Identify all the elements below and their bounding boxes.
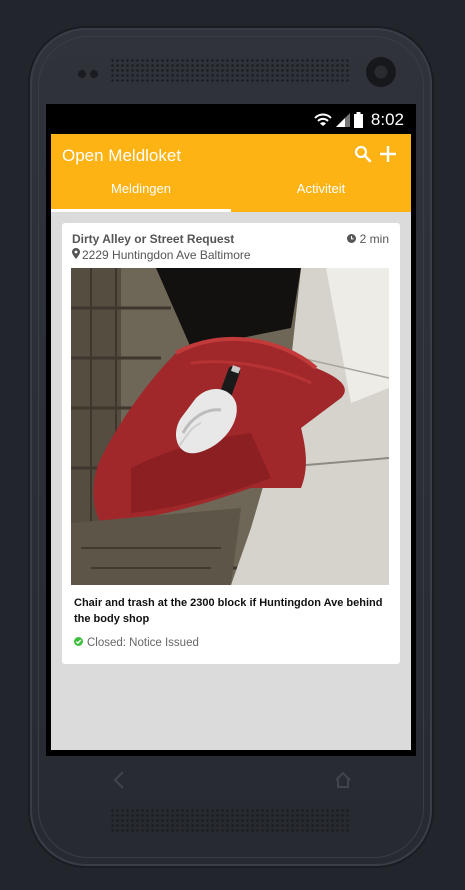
report-time-label: 2 min (359, 232, 389, 246)
status-time: 8:02 (370, 110, 404, 129)
report-address-label: 2229 Huntingdon Ave Baltimore (82, 248, 251, 262)
wifi-icon (314, 113, 332, 127)
bottom-speaker (110, 808, 350, 834)
home-icon[interactable] (333, 770, 353, 796)
sensor-dot (78, 70, 86, 78)
report-status: Closed: Notice Issued (74, 637, 199, 649)
back-icon[interactable] (112, 770, 126, 796)
tab-activiteit[interactable]: Activiteit (231, 178, 411, 212)
tab-activiteit-label: Activiteit (296, 181, 346, 196)
front-camera (366, 57, 396, 87)
tab-meldingen[interactable]: Meldingen (51, 178, 231, 212)
tab-meldingen-label: Meldingen (111, 181, 171, 196)
clock-icon (346, 232, 356, 246)
app-title: Open Meldloket (62, 146, 182, 165)
report-card[interactable]: Dirty Alley or Street Request 2 min 2229… (62, 223, 400, 664)
app-window: Open Meldloket Meldingen Activiteit Dirt… (51, 134, 411, 750)
location-pin-icon (72, 248, 80, 262)
search-icon[interactable] (354, 145, 372, 168)
earpiece-speaker (110, 58, 350, 84)
check-icon (74, 637, 83, 649)
add-icon[interactable] (379, 145, 397, 168)
app-bar: Open Meldloket Meldingen Activiteit (51, 134, 411, 212)
tab-selected-indicator (51, 209, 231, 212)
signal-icon (335, 113, 350, 127)
report-address: 2229 Huntingdon Ave Baltimore (72, 248, 251, 262)
sensor-dot (90, 70, 98, 78)
phone-screen: 8:02 Open Meldloket Meldingen Activiteit… (46, 104, 416, 756)
report-time: 2 min (346, 232, 389, 246)
report-photo[interactable] (71, 268, 389, 585)
status-bar: 8:02 (46, 104, 416, 134)
battery-icon (353, 112, 363, 128)
report-title: Dirty Alley or Street Request (72, 232, 235, 246)
report-description: Chair and trash at the 2300 block if Hun… (74, 597, 383, 625)
report-status-label: Closed: Notice Issued (87, 637, 199, 649)
